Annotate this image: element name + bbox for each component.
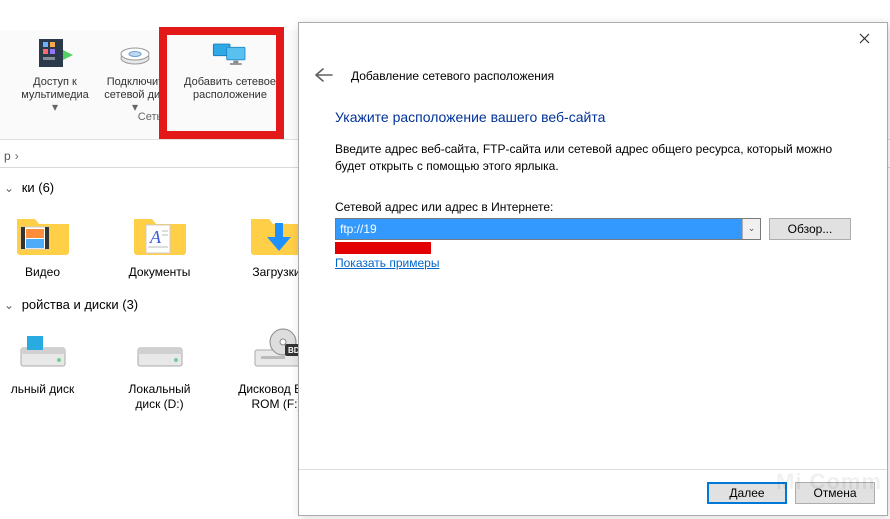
drive-icon [115, 34, 155, 74]
ribbon-label: Добавить сетевоерасположение [184, 76, 276, 101]
dialog-header: Добавление сетевого расположения [299, 53, 887, 99]
dialog-description: Введите адрес веб-сайта, FTP-сайта или с… [335, 141, 851, 176]
folder-documents[interactable]: A Документы [117, 205, 202, 279]
item-label: Загрузки [252, 265, 300, 279]
folder-videos[interactable]: Видео [0, 205, 85, 279]
item-label: Локальный диск (D:) [117, 382, 202, 411]
monitors-network-icon [210, 34, 250, 74]
browse-button[interactable]: Обзор... [769, 218, 851, 240]
arrow-left-icon [315, 68, 333, 82]
media-icon [35, 34, 75, 74]
dialog-footer: Далее Отмена [299, 469, 887, 515]
svg-text:A: A [149, 227, 162, 247]
drive-icon [15, 322, 71, 378]
cancel-button[interactable]: Отмена [795, 482, 875, 504]
annotation-redaction [335, 242, 431, 254]
dialog-body: Укажите расположение вашего веб-сайта Вв… [299, 99, 887, 469]
dialog-heading: Укажите расположение вашего веб-сайта [335, 109, 851, 125]
breadcrumb-segment: р [4, 149, 11, 163]
folder-videos-icon [15, 205, 71, 261]
ribbon-add-network-location-button[interactable]: Добавить сетевоерасположение [175, 30, 285, 117]
close-icon [859, 33, 870, 44]
item-label: льный диск [11, 382, 75, 396]
show-examples-link[interactable]: Показать примеры [335, 256, 439, 270]
drive-icon [132, 322, 188, 378]
network-address-input[interactable] [336, 219, 742, 239]
folder-documents-icon: A [132, 205, 188, 261]
next-button[interactable]: Далее [707, 482, 787, 504]
add-network-location-dialog: Добавление сетевого расположения Укажите… [298, 22, 888, 516]
optical-drive-icon: BD [249, 322, 305, 378]
address-field-label: Сетевой адрес или адрес в Интернете: [335, 200, 851, 214]
ribbon-group-label: Сеть [138, 111, 162, 137]
dialog-title: Добавление сетевого расположения [351, 69, 554, 83]
close-button[interactable] [842, 23, 887, 53]
chevron-down-icon: ⌄ [0, 298, 18, 312]
ribbon-map-drive-button[interactable]: Подключитсетевой дис ▾ [95, 30, 175, 117]
chevron-down-icon: ⌄ [748, 223, 756, 234]
ribbon-media-access-button[interactable]: Доступ кмультимедиа ▾ [15, 30, 95, 117]
dialog-titlebar [299, 23, 887, 53]
ribbon-label: Подключитсетевой дис ▾ [101, 76, 169, 115]
item-label: Видео [25, 265, 60, 279]
dropdown-icon: ▾ [48, 100, 62, 114]
network-address-combo[interactable]: ⌄ [335, 218, 761, 240]
chevron-right-icon: › [11, 150, 23, 162]
drive-local-c[interactable]: льный диск [0, 322, 85, 411]
drive-local-d[interactable]: Локальный диск (D:) [117, 322, 202, 411]
chevron-down-icon: ⌄ [0, 181, 18, 195]
folder-downloads-icon [249, 205, 305, 261]
ribbon-label: Доступ кмультимедиа ▾ [21, 76, 89, 115]
item-label: Документы [129, 265, 191, 279]
back-button[interactable] [311, 62, 343, 91]
dropdown-button[interactable]: ⌄ [742, 219, 760, 239]
